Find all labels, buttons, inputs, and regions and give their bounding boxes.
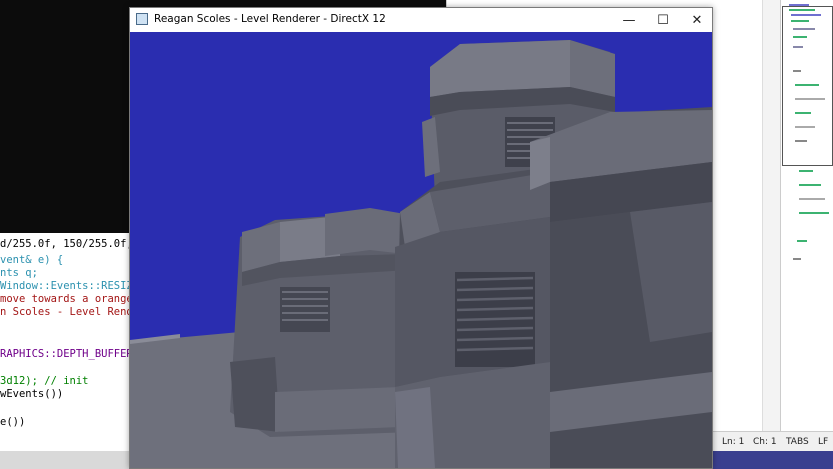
editor-status-bar: Ln: 1 Ch: 1 TABS LF <box>712 431 833 452</box>
render-viewport[interactable] <box>130 32 712 468</box>
close-button[interactable]: ✕ <box>680 8 714 32</box>
app-icon <box>136 13 148 25</box>
code-line-5: move towards a orange a <box>0 293 146 305</box>
code-line-8: RAPHICS::DEPTH_BUFFER_S <box>0 348 146 360</box>
code-line-1: d/255.0f, 150/255.0f, 1 <box>0 238 146 250</box>
minimize-icon: — <box>622 12 636 28</box>
renderer-window[interactable]: Reagan Scoles - Level Renderer - DirectX… <box>129 7 713 469</box>
code-line-11: wEvents()) <box>0 388 64 400</box>
maximize-icon: ☐ <box>657 12 669 28</box>
minimap-viewport-indicator[interactable] <box>782 6 833 166</box>
code-line-2: vent& e) { <box>0 254 63 267</box>
code-line-2-text: vent& e) { <box>0 254 64 266</box>
status-line-ending[interactable]: LF <box>818 437 828 447</box>
rendered-scene <box>130 32 712 468</box>
status-column: Ch: 1 <box>753 437 777 447</box>
minimize-button[interactable]: — <box>612 8 646 32</box>
code-line-13: e()) <box>0 416 26 428</box>
status-line: Ln: 1 <box>722 437 745 447</box>
status-indent-mode[interactable]: TABS <box>786 437 809 447</box>
code-line-4: Window::Events::RESIZE) <box>0 280 146 292</box>
code-line-10: 3d12); // init <box>0 375 89 387</box>
editor-vertical-scrollbar[interactable] <box>762 0 780 451</box>
code-minimap[interactable] <box>780 0 833 451</box>
window-titlebar[interactable]: Reagan Scoles - Level Renderer - DirectX… <box>130 8 712 32</box>
close-icon: ✕ <box>691 12 703 28</box>
window-title: Reagan Scoles - Level Renderer - DirectX… <box>154 13 386 25</box>
code-line-3: nts q; <box>0 267 38 279</box>
left-tower <box>230 208 415 437</box>
taskbar-left-area <box>0 451 130 469</box>
code-text-area[interactable]: d/255.0f, 150/255.0f, 1 vent& e) { nts q… <box>0 238 145 438</box>
code-line-6: n Scoles - Level Render <box>0 306 146 318</box>
maximize-button[interactable]: ☐ <box>646 8 680 32</box>
